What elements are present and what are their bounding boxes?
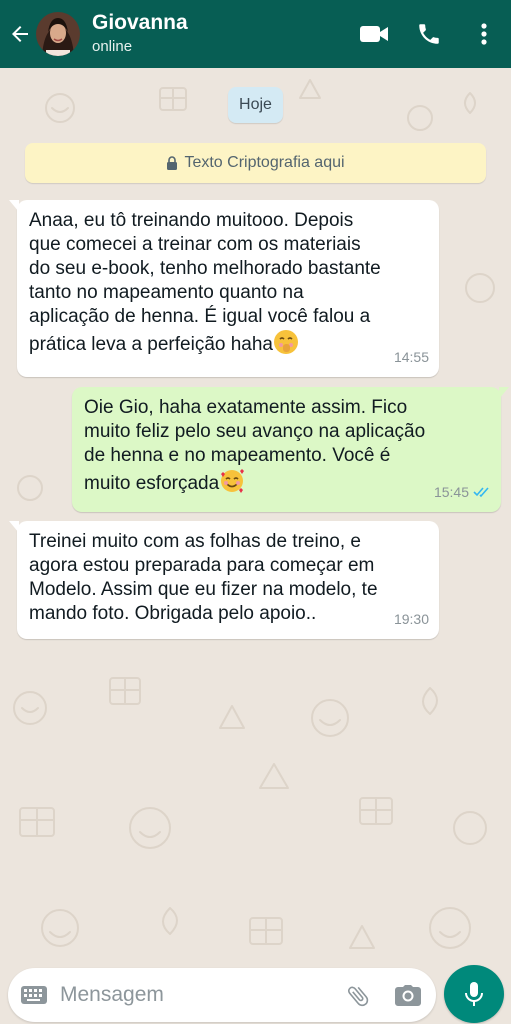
shushing-face-emoji [274,330,298,354]
bubble-tail [499,387,509,399]
video-call-button[interactable] [358,18,390,50]
camera-icon [395,985,421,1006]
phone-icon [419,24,439,44]
arrow-left-icon [12,26,28,42]
microphone-icon [465,982,483,1006]
more-vertical-icon [481,23,487,45]
keyboard-icon[interactable] [20,982,48,1008]
avatar-photo [36,12,80,56]
message-input[interactable] [60,978,290,1012]
double-check-read-icon [473,487,489,498]
message-meta: 15:45 [434,480,491,504]
camera-button[interactable] [392,980,424,1012]
lock-icon [166,156,178,170]
voice-call-button[interactable] [413,18,445,50]
message-bubble-incoming[interactable]: Treinei muito com as folhas de treino, e… [9,521,439,639]
contact-name[interactable]: Giovanna [92,11,188,35]
encryption-notice[interactable]: Texto Criptografia aqui [25,143,486,183]
bubble-tail [9,521,19,533]
message-text: Treinei muito com as folhas de treino, e… [29,531,378,624]
bubble-tail [9,200,19,212]
message-time: 19:30 [393,611,429,627]
message-composer [8,968,436,1022]
message-bubble-incoming[interactable]: Anaa, eu tô treinando muitooo. Depois qu… [9,200,439,377]
more-options-button[interactable] [468,18,500,50]
smiling-face-with-hearts-emoji [221,469,245,493]
attach-button[interactable] [342,980,374,1012]
message-time: 14:55 [393,349,429,365]
message-meta: 14:55 [394,345,429,369]
message-text: Oie Gio, haha exatamente assim. Fico mui… [84,397,426,494]
contact-status: online [92,38,133,55]
date-chip: Hoje [228,87,283,123]
encryption-notice-text: Texto Criptografia aqui [184,154,345,171]
message-meta: 19:30 [394,607,429,631]
message-bubble-outgoing[interactable]: Oie Gio, haha exatamente assim. Fico mui… [72,387,509,512]
avatar[interactable] [36,12,80,56]
back-button[interactable] [6,18,34,50]
video-camera-icon [360,26,388,42]
message-time: 15:45 [433,484,469,500]
voice-message-button[interactable] [444,965,504,1023]
chat-header: Giovanna online [0,0,511,68]
paperclip-icon [347,986,369,1007]
message-text: Anaa, eu tô treinando muitooo. Depois qu… [29,210,381,355]
